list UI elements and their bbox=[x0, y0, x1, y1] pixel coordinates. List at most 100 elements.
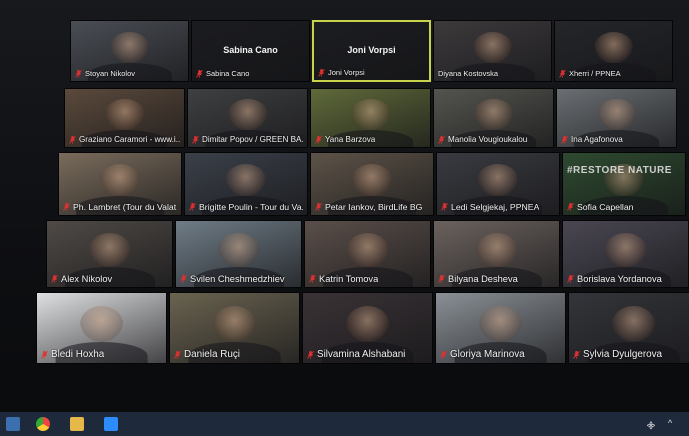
screen: Stoyan Nikolov Sabina Cano Sabina Cano Joni… bbox=[0, 0, 689, 436]
participant-tile[interactable]: #RESTORE NATURE Sofia Capellan bbox=[562, 152, 686, 216]
participant-face bbox=[478, 305, 523, 342]
participant-name: Daniela Ruçi bbox=[184, 349, 240, 360]
participant-face bbox=[99, 164, 141, 197]
participant-tile[interactable]: Stoyan Nikolov bbox=[70, 20, 189, 82]
participant-tile[interactable]: Ph. Lambret (Tour du Valat... bbox=[58, 152, 182, 216]
participant-name-label: Stoyan Nikolov bbox=[75, 69, 184, 78]
participant-name: Bilyana Desheva bbox=[448, 274, 518, 284]
participant-name-label: Petar Iankov, BirdLife BG bbox=[315, 202, 429, 212]
participant-tile[interactable]: Silvamina Alshabani bbox=[302, 292, 433, 364]
mic-muted-icon bbox=[573, 350, 580, 359]
participant-name-label: Dimitar Popov / GREEN BA... bbox=[192, 135, 303, 144]
participant-name-label: Brigitte Poulin - Tour du Va... bbox=[189, 202, 303, 212]
folder-icon[interactable] bbox=[70, 417, 84, 431]
participant-name: Bledi Hoxha bbox=[51, 349, 105, 360]
participant-face bbox=[345, 305, 390, 342]
participant-tile[interactable]: Borislava Yordanova bbox=[562, 220, 689, 288]
participant-face bbox=[475, 232, 518, 268]
mic-muted-icon bbox=[438, 275, 445, 283]
participant-tile[interactable]: Brigitte Poulin - Tour du Va... bbox=[184, 152, 308, 216]
participant-name-label: Alex Nikolov bbox=[51, 274, 168, 284]
participant-name-label: Gloriya Marinova bbox=[440, 349, 561, 360]
participant-center-name: Joni Vorpsi bbox=[347, 45, 396, 56]
participant-tile[interactable]: Svilen Cheshmedzhiev bbox=[175, 220, 302, 288]
participant-name-label: Svilen Cheshmedzhiev bbox=[180, 274, 297, 284]
start-icon[interactable] bbox=[6, 417, 20, 431]
participant-name-label: Xherri / PPNEA bbox=[559, 69, 668, 78]
participant-face bbox=[604, 232, 647, 268]
participant-face bbox=[596, 99, 637, 130]
participant-name: Gloriya Marinova bbox=[450, 349, 525, 360]
participant-name: Sofia Capellan bbox=[577, 202, 634, 212]
participant-name-label: Ledi Selgjekaj, PPNEA bbox=[441, 202, 555, 212]
mic-muted-icon bbox=[192, 135, 199, 144]
participant-tile[interactable]: Sabina Cano Sabina Cano bbox=[191, 20, 310, 82]
participant-name: Sylvia Dyulgerova bbox=[583, 349, 663, 360]
participant-name-label: Sofia Capellan bbox=[567, 202, 681, 212]
participant-name: Dimitar Popov / GREEN BA... bbox=[202, 135, 303, 144]
mic-muted-icon bbox=[315, 135, 322, 144]
participant-name-label: Sabina Cano bbox=[196, 69, 305, 78]
participant-tile[interactable]: Sylvia Dyulgerova bbox=[568, 292, 689, 364]
participant-face bbox=[109, 31, 150, 63]
participant-name: Sabina Cano bbox=[206, 69, 250, 78]
participant-name: Silvamina Alshabani bbox=[317, 349, 406, 360]
participant-face bbox=[351, 164, 393, 197]
mic-muted-icon bbox=[307, 350, 314, 359]
participant-name-label: Bilyana Desheva bbox=[438, 274, 555, 284]
participant-tile[interactable]: Petar Iankov, BirdLife BG bbox=[310, 152, 434, 216]
participant-name: Xherri / PPNEA bbox=[569, 69, 621, 78]
network-icon[interactable]: ᯽ bbox=[646, 418, 656, 431]
participant-tile[interactable]: Ledi Selgjekaj, PPNEA bbox=[436, 152, 560, 216]
participant-tile[interactable]: Katrin Tomova bbox=[304, 220, 431, 288]
participant-face bbox=[227, 99, 268, 130]
participant-name: Ph. Lambret (Tour du Valat... bbox=[73, 202, 177, 212]
participant-face bbox=[593, 31, 634, 63]
participant-name: Katrin Tomova bbox=[319, 274, 379, 284]
mic-muted-icon bbox=[318, 68, 325, 77]
participant-tile[interactable]: Diyana Kostovska bbox=[433, 20, 552, 82]
participant-name-label: Diyana Kostovska bbox=[438, 69, 547, 78]
mic-muted-icon bbox=[567, 275, 574, 283]
participant-name-label: Borislava Yordanova bbox=[567, 274, 684, 284]
participant-name-label: Sylvia Dyulgerova bbox=[573, 349, 689, 360]
mic-muted-icon bbox=[75, 69, 82, 78]
participant-tile[interactable]: Bledi Hoxha bbox=[36, 292, 167, 364]
participant-face bbox=[350, 99, 391, 130]
mic-muted-icon bbox=[174, 350, 181, 359]
participant-tile[interactable]: Ina Agafonova bbox=[556, 88, 677, 148]
participant-tile[interactable]: Xherri / PPNEA bbox=[554, 20, 673, 82]
mic-muted-icon bbox=[567, 203, 574, 211]
participant-name: Diyana Kostovska bbox=[438, 69, 499, 78]
mic-muted-icon bbox=[180, 275, 187, 283]
participant-tile[interactable]: Yana Barzova bbox=[310, 88, 431, 148]
chevron-up-icon[interactable]: ^ bbox=[668, 418, 672, 428]
participant-tile[interactable]: Daniela Ruçi bbox=[169, 292, 300, 364]
mic-muted-icon bbox=[309, 275, 316, 283]
zoom-app-icon[interactable] bbox=[104, 417, 118, 431]
participant-face bbox=[217, 232, 260, 268]
browser-icon[interactable] bbox=[36, 417, 50, 431]
participant-name: Stoyan Nikolov bbox=[85, 69, 136, 78]
mic-muted-icon bbox=[315, 203, 322, 211]
participant-tile[interactable]: Gloriya Marinova bbox=[435, 292, 566, 364]
participant-name: Manolia Vougioukalou bbox=[448, 135, 528, 144]
participant-name: Brigitte Poulin - Tour du Va... bbox=[199, 202, 303, 212]
participant-name-label: Bledi Hoxha bbox=[41, 349, 162, 360]
participant-face bbox=[79, 305, 124, 342]
participant-tile[interactable]: Manolia Vougioukalou bbox=[433, 88, 554, 148]
participant-name: Yana Barzova bbox=[325, 135, 376, 144]
video-gallery: Stoyan Nikolov Sabina Cano Sabina Cano Joni… bbox=[0, 0, 689, 400]
participant-name: Ledi Selgjekaj, PPNEA bbox=[451, 202, 540, 212]
participant-tile[interactable]: Dimitar Popov / GREEN BA... bbox=[187, 88, 308, 148]
participant-tile[interactable]: Graziano Caramori - www.i... bbox=[64, 88, 185, 148]
participant-name-label: Joni Vorpsi bbox=[318, 68, 425, 77]
participant-face bbox=[225, 164, 267, 197]
participant-name: Graziano Caramori - www.i... bbox=[79, 135, 180, 144]
mic-muted-icon bbox=[41, 350, 48, 359]
participant-tile[interactable]: Alex Nikolov bbox=[46, 220, 173, 288]
participant-tile[interactable]: Bilyana Desheva bbox=[433, 220, 560, 288]
participant-face bbox=[477, 164, 519, 197]
participant-face bbox=[212, 305, 257, 342]
participant-tile[interactable]: Joni Vorpsi Joni Vorpsi bbox=[312, 20, 431, 82]
